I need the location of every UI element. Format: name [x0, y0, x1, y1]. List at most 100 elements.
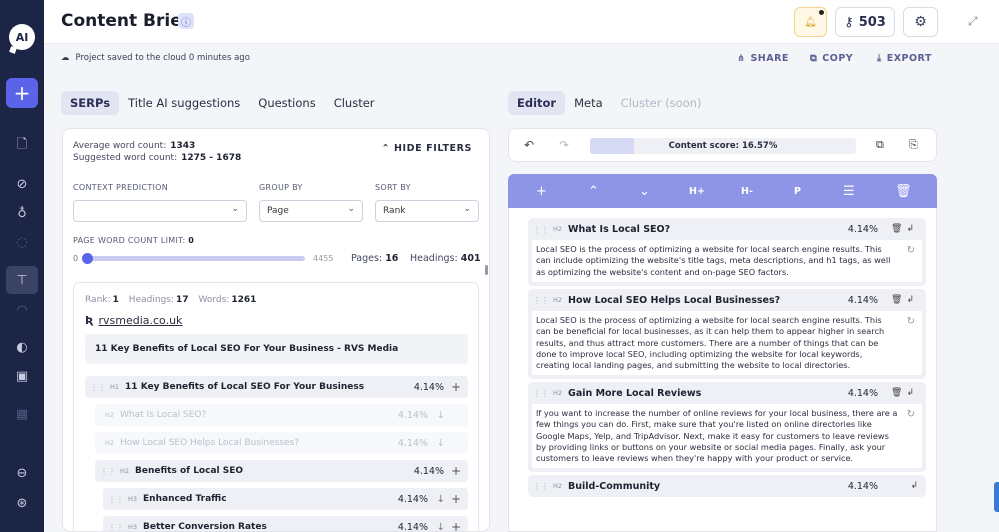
editor-block[interactable]: ⋮⋮ H2 How Local SEO Helps Local Business…: [528, 289, 926, 380]
scrollbar[interactable]: [485, 265, 488, 275]
block-paragraph[interactable]: Local SEO is the process of optimizing a…: [528, 240, 926, 286]
compass-icon[interactable]: ⊘: [12, 174, 32, 194]
drag-handle-icon[interactable]: ⋮⋮: [533, 225, 549, 234]
arrow-down-icon[interactable]: ↓: [437, 522, 445, 532]
editor-block[interactable]: ⋮⋮ H2 Build-Community 4.14% ↲: [528, 475, 926, 497]
add-heading-icon[interactable]: +: [451, 464, 461, 478]
notifications-button[interactable]: 🔔︎: [794, 7, 827, 37]
copy-button[interactable]: ⧉ COPY: [810, 53, 853, 64]
chevron-up-icon: ⌃: [381, 143, 394, 154]
editor-block[interactable]: ⋮⋮ H2 What Is Local SEO? 4.14% 🗑︎↲ Local…: [528, 218, 926, 286]
chat-icon[interactable]: ⊖: [12, 463, 32, 483]
drag-handle-icon[interactable]: ⋮⋮: [108, 523, 124, 532]
share-icon: ⋔: [737, 53, 746, 64]
block-actions-icon[interactable]: 🗑︎↲: [891, 224, 918, 234]
block-paragraph[interactable]: If you want to increase the number of on…: [528, 404, 926, 473]
add-block-icon[interactable]: +: [536, 184, 547, 199]
drag-handle-icon[interactable]: ⋮⋮: [533, 296, 549, 305]
block-actions-icon[interactable]: 🗑︎↲: [891, 388, 918, 398]
share-button[interactable]: ⋔ SHARE: [737, 53, 789, 64]
block-actions-icon[interactable]: 🗑︎↲: [891, 295, 918, 305]
lightbulb-icon[interactable]: ♁: [12, 203, 32, 223]
arrow-down-icon[interactable]: ↓: [437, 410, 445, 421]
toggle-icon[interactable]: ◐: [12, 337, 32, 357]
bell-icon: 🔔︎: [804, 16, 817, 28]
support-icon[interactable]: ⊛: [12, 493, 32, 513]
drag-handle-icon[interactable]: ⋮⋮: [108, 495, 124, 504]
regenerate-icon[interactable]: ↻: [907, 245, 915, 256]
chevron-down-icon[interactable]: ⌄: [639, 184, 650, 199]
fullscreen-icon[interactable]: ⤢: [968, 14, 982, 28]
site-favicon-icon: Ʀ: [85, 314, 94, 327]
copy-icon: ⧉: [810, 53, 818, 64]
tab-questions[interactable]: Questions: [249, 91, 324, 115]
tab-editor[interactable]: Editor: [508, 91, 566, 115]
outline-row[interactable]: H2 How Local SEO Helps Local Businesses?…: [95, 432, 468, 454]
document-icon[interactable]: 🗋: [12, 136, 32, 156]
block-heading[interactable]: ⋮⋮ H2 How Local SEO Helps Local Business…: [528, 289, 926, 311]
heading-up-button[interactable]: H+: [689, 186, 705, 197]
editor-block[interactable]: ⋮⋮ H2 Gain More Local Reviews 4.14% 🗑︎↲ …: [528, 382, 926, 473]
app-logo[interactable]: AI: [9, 24, 35, 50]
side-drawer-handle[interactable]: [994, 482, 999, 512]
block-paragraph[interactable]: Local SEO is the process of optimizing a…: [528, 311, 926, 380]
sort-select[interactable]: Rank ⌄: [375, 200, 479, 222]
add-heading-icon[interactable]: +: [451, 380, 461, 394]
outline-row[interactable]: ⋮⋮ H2 Benefits of Local SEO 4.14% +: [95, 460, 468, 482]
info-icon[interactable]: ⓘ: [178, 13, 194, 29]
slider-handle[interactable]: [82, 253, 93, 264]
headings-count: Headings: 401: [410, 253, 481, 264]
tab-title-ai[interactable]: Title AI suggestions: [119, 91, 249, 115]
drag-handle-icon[interactable]: ⋮⋮: [533, 389, 549, 398]
context-select[interactable]: ⌄: [73, 200, 247, 222]
arrow-down-icon[interactable]: ↓: [437, 438, 445, 449]
result-domain-link[interactable]: Ʀrvsmedia.co.uk: [85, 314, 182, 327]
tab-meta[interactable]: Meta: [565, 91, 612, 115]
return-icon[interactable]: ↲: [910, 481, 918, 491]
redo-icon[interactable]: ↷: [559, 138, 569, 152]
drop-icon[interactable]: ◌: [12, 232, 32, 252]
editor-tabs: Editor Meta Cluster (soon): [508, 91, 710, 115]
outline-row[interactable]: ⋮⋮ H3 Enhanced Traffic 4.14% ↓ +: [103, 488, 468, 510]
brief-icon[interactable]: ⊤: [12, 270, 32, 290]
tab-cluster[interactable]: Cluster: [325, 91, 384, 115]
credits-button[interactable]: ⚷ 503: [835, 7, 895, 37]
new-project-button[interactable]: +: [6, 78, 38, 108]
add-heading-icon[interactable]: +: [451, 492, 461, 506]
settings-button[interactable]: ⚙: [903, 7, 938, 37]
monitor-icon[interactable]: ▣: [12, 366, 32, 386]
editor-canvas[interactable]: ⋮⋮ H2 What Is Local SEO? 4.14% 🗑︎↲ Local…: [508, 208, 937, 532]
copy-label: COPY: [822, 53, 854, 64]
paste-icon[interactable]: ⎘: [909, 138, 918, 152]
outline-row[interactable]: ⋮⋮ H3 Better Conversion Rates 4.14% ↓ +: [103, 516, 468, 532]
regenerate-icon[interactable]: ↻: [907, 316, 915, 327]
hide-filters-button[interactable]: ⌃ HIDE FILTERS: [382, 143, 472, 154]
paragraph-button[interactable]: P: [794, 186, 801, 197]
export-button[interactable]: ⤓ EXPORT: [877, 53, 932, 64]
outline-row[interactable]: H2 What Is Local SEO? 4.14% ↓: [95, 404, 468, 426]
block-heading[interactable]: ⋮⋮ H2 What Is Local SEO? 4.14% 🗑︎↲: [528, 218, 926, 240]
arrow-down-icon[interactable]: ↓: [437, 494, 445, 505]
wifi-icon[interactable]: ◠: [12, 300, 32, 320]
tab-serps[interactable]: SERPs: [61, 91, 120, 115]
context-label: CONTEXT PREDICTION: [73, 183, 169, 192]
word-limit-slider[interactable]: [87, 256, 305, 261]
add-heading-icon[interactable]: +: [451, 520, 461, 531]
left-rail: AI + 🗋 ⊘ ♁ ◌ ⊤ ◠ ◐ ▣ ▦ ⊖ ⊛: [0, 0, 44, 532]
chevron-up-icon[interactable]: ⌃: [588, 184, 599, 199]
outline-row[interactable]: ⋮⋮ H1 11 Key Benefits of Local SEO For Y…: [85, 376, 468, 398]
block-heading[interactable]: ⋮⋮ H2 Build-Community 4.14% ↲: [528, 475, 926, 497]
regenerate-icon[interactable]: ↻: [907, 409, 915, 420]
duplicate-icon[interactable]: ⧉: [876, 138, 884, 152]
drag-handle-icon[interactable]: ⋮⋮: [90, 383, 106, 392]
drag-handle-icon[interactable]: ⋮⋮: [100, 467, 116, 476]
block-heading[interactable]: ⋮⋮ H2 Gain More Local Reviews 4.14% 🗑︎↲: [528, 382, 926, 404]
drag-handle-icon[interactable]: ⋮⋮: [533, 482, 549, 491]
grid-icon[interactable]: ▦: [12, 404, 32, 424]
trash-icon[interactable]: 🗑︎: [895, 184, 912, 199]
group-select[interactable]: Page ⌄: [259, 200, 363, 222]
undo-icon[interactable]: ↶: [524, 138, 534, 152]
list-icon[interactable]: ☰: [843, 184, 855, 199]
tab-cluster-soon: Cluster (soon): [620, 96, 702, 110]
heading-down-button[interactable]: H-: [741, 186, 753, 197]
